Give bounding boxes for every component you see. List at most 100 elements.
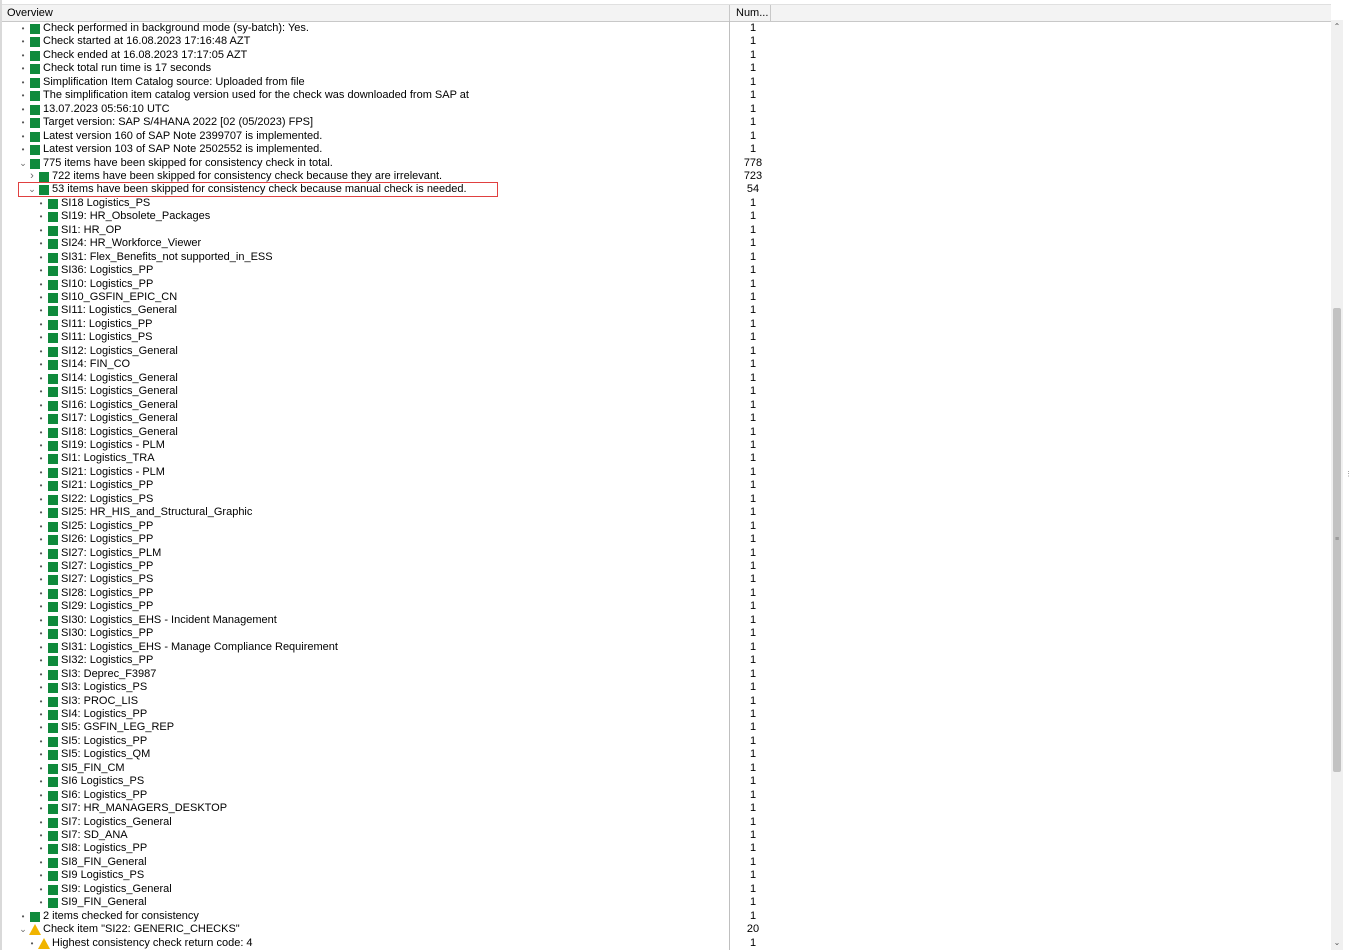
- tree-row[interactable]: • SI7: HR_MANAGERS_DESKTOP 1: [2, 802, 1331, 815]
- tree-row[interactable]: • SI11: Logistics_General 1: [2, 304, 1331, 317]
- tree-row[interactable]: • SI3: PROC_LIS 1: [2, 695, 1331, 708]
- tree-row[interactable]: • SI25: Logistics_PP 1: [2, 520, 1331, 533]
- tree-row[interactable]: • SI10: Logistics_PP 1: [2, 278, 1331, 291]
- tree-row[interactable]: • Check started at 16.08.2023 17:16:48 AZ…: [2, 35, 1331, 48]
- tree-row[interactable]: • SI8_FIN_General 1: [2, 856, 1331, 869]
- chevron-down-icon[interactable]: ⌄: [27, 183, 37, 196]
- tree-row[interactable]: • SI4: Logistics_PP 1: [2, 708, 1331, 721]
- column-header-num[interactable]: Num...: [731, 5, 771, 21]
- row-count: 1: [749, 277, 757, 290]
- bullet-icon: •: [39, 319, 43, 329]
- status-ok-icon: [48, 508, 58, 519]
- tree-row[interactable]: • SI1: HR_OP 1: [2, 224, 1331, 237]
- tree-row[interactable]: • SI26: Logistics_PP 1: [2, 533, 1331, 546]
- resize-handle-icon[interactable]: ⋮: [1345, 470, 1349, 490]
- tree-row[interactable]: • SI1: Logistics_TRA 1: [2, 452, 1331, 465]
- tree-row[interactable]: ⌄ Check item "SI22: GENERIC_CHECKS" 20: [2, 923, 1331, 936]
- tree-row[interactable]: • SI31: Flex_Benefits_not supported_in_ES…: [2, 251, 1331, 264]
- tree-row[interactable]: • Highest consistency check return code: …: [2, 937, 1331, 950]
- grip-icon: ≡: [1334, 536, 1340, 543]
- tree-row[interactable]: • Latest version 103 of SAP Note 2502552 …: [2, 143, 1331, 156]
- bullet-icon: •: [21, 118, 25, 128]
- tree-row[interactable]: • SI5_FIN_CM 1: [2, 762, 1331, 775]
- tree-row[interactable]: • SI27: Logistics_PP 1: [2, 560, 1331, 573]
- tree-row[interactable]: • SI14: Logistics_General 1: [2, 372, 1331, 385]
- scrollbar-thumb[interactable]: ≡: [1333, 308, 1341, 772]
- row-text: SI5_FIN_CM: [61, 761, 125, 774]
- status-ok-icon: [48, 898, 58, 909]
- tree-row[interactable]: ⌄ 775 items have been skipped for consist…: [2, 157, 1331, 170]
- tree-row[interactable]: • SI19: Logistics - PLM 1: [2, 439, 1331, 452]
- tree-row[interactable]: • Check total run time is 17 seconds 1: [2, 62, 1331, 75]
- tree-row[interactable]: • SI11: Logistics_PS 1: [2, 331, 1331, 344]
- overview-tree: • Check performed in background mode (sy-…: [2, 21, 1331, 950]
- tree-row[interactable]: • SI6 Logistics_PS 1: [2, 775, 1331, 788]
- status-ok-icon: [48, 481, 58, 492]
- tree-row[interactable]: • SI7: SD_ANA 1: [2, 829, 1331, 842]
- row-count: 1: [749, 412, 757, 425]
- tree-row[interactable]: • SI30: Logistics_EHS - Incident Manageme…: [2, 614, 1331, 627]
- status-ok-icon: [48, 602, 58, 613]
- scroll-down-icon[interactable]: ⌄: [1331, 936, 1343, 950]
- status-ok-icon: [48, 252, 58, 263]
- tree-row[interactable]: • SI3: Deprec_F3987 1: [2, 668, 1331, 681]
- tree-row[interactable]: • SI28: Logistics_PP 1: [2, 587, 1331, 600]
- tree-row[interactable]: • SI5: Logistics_QM 1: [2, 748, 1331, 761]
- tree-row[interactable]: • SI21: Logistics - PLM 1: [2, 466, 1331, 479]
- tree-row[interactable]: • SI11: Logistics_PP 1: [2, 318, 1331, 331]
- tree-row[interactable]: • SI15: Logistics_General 1: [2, 385, 1331, 398]
- tree-row[interactable]: • SI9: Logistics_General 1: [2, 883, 1331, 896]
- tree-row[interactable]: • Latest version 160 of SAP Note 2399707 …: [2, 130, 1331, 143]
- tree-row[interactable]: • SI24: HR_Workforce_Viewer 1: [2, 237, 1331, 250]
- tree-row[interactable]: • SI5: Logistics_PP 1: [2, 735, 1331, 748]
- tree-row[interactable]: • 2 items checked for consistency 1: [2, 910, 1331, 923]
- tree-row[interactable]: • SI12: Logistics_General 1: [2, 345, 1331, 358]
- tree-row[interactable]: • SI25: HR_HIS_and_Structural_Graphic 1: [2, 506, 1331, 519]
- chevron-down-icon[interactable]: ⌄: [18, 923, 28, 936]
- tree-row[interactable]: • SI27: Logistics_PLM 1: [2, 547, 1331, 560]
- tree-row[interactable]: • SI6: Logistics_PP 1: [2, 789, 1331, 802]
- tree-row[interactable]: • 13.07.2023 05:56:10 UTC 1: [2, 103, 1331, 116]
- tree-row[interactable]: • SI36: Logistics_PP 1: [2, 264, 1331, 277]
- tree-row[interactable]: • SI8: Logistics_PP 1: [2, 842, 1331, 855]
- vertical-scrollbar[interactable]: ⌃ ≡ ⌄: [1331, 20, 1343, 950]
- tree-row[interactable]: • Target version: SAP S/4HANA 2022 [02 (0…: [2, 116, 1331, 129]
- tree-row[interactable]: › 722 items have been skipped for consist…: [2, 170, 1331, 183]
- tree-row[interactable]: • SI17: Logistics_General 1: [2, 412, 1331, 425]
- tree-row[interactable]: • Check performed in background mode (sy-…: [2, 22, 1331, 35]
- tree-row[interactable]: • SI22: Logistics_PS 1: [2, 493, 1331, 506]
- bullet-icon: •: [21, 37, 25, 47]
- tree-row[interactable]: • The simplification item catalog version…: [2, 89, 1331, 102]
- row-count: 1: [749, 22, 757, 34]
- scroll-up-icon[interactable]: ⌃: [1331, 20, 1343, 34]
- tree-row[interactable]: • SI9 Logistics_PS 1: [2, 869, 1331, 882]
- tree-row[interactable]: • SI14: FIN_CO 1: [2, 358, 1331, 371]
- status-ok-icon: [48, 575, 58, 586]
- tree-row[interactable]: • SI9_FIN_General 1: [2, 896, 1331, 909]
- tree-row[interactable]: • SI10_GSFIN_EPIC_CN 1: [2, 291, 1331, 304]
- tree-row[interactable]: • SI7: Logistics_General 1: [2, 816, 1331, 829]
- chevron-right-icon[interactable]: ›: [27, 170, 37, 183]
- tree-row[interactable]: • SI18: Logistics_General 1: [2, 426, 1331, 439]
- column-header-overview[interactable]: Overview: [2, 5, 730, 21]
- status-ok-icon: [48, 306, 58, 317]
- tree-row[interactable]: • Check ended at 16.08.2023 17:17:05 AZT 1: [2, 49, 1331, 62]
- chevron-down-icon[interactable]: ⌄: [18, 157, 28, 170]
- row-count: 1: [749, 721, 757, 734]
- tree-row[interactable]: • SI29: Logistics_PP 1: [2, 600, 1331, 613]
- tree-row[interactable]: • SI18 Logistics_PS 1: [2, 197, 1331, 210]
- tree-row[interactable]: • SI27: Logistics_PS 1: [2, 573, 1331, 586]
- row-count: 1: [749, 102, 757, 115]
- tree-row[interactable]: • SI21: Logistics_PP 1: [2, 479, 1331, 492]
- status-ok-icon: [48, 225, 58, 236]
- tree-row[interactable]: • SI16: Logistics_General 1: [2, 399, 1331, 412]
- tree-row[interactable]: • SI3: Logistics_PS 1: [2, 681, 1331, 694]
- row-text: Check total run time is 17 seconds: [43, 62, 212, 75]
- tree-row[interactable]: • Simplification Item Catalog source: Upl…: [2, 76, 1331, 89]
- tree-row[interactable]: • SI19: HR_Obsolete_Packages 1: [2, 210, 1331, 223]
- tree-row[interactable]: ⌄ 53 items have been skipped for consiste…: [2, 183, 1331, 196]
- tree-row[interactable]: • SI32: Logistics_PP 1: [2, 654, 1331, 667]
- tree-row[interactable]: • SI5: GSFIN_LEG_REP 1: [2, 721, 1331, 734]
- tree-row[interactable]: • SI31: Logistics_EHS - Manage Compliance…: [2, 641, 1331, 654]
- tree-row[interactable]: • SI30: Logistics_PP 1: [2, 627, 1331, 640]
